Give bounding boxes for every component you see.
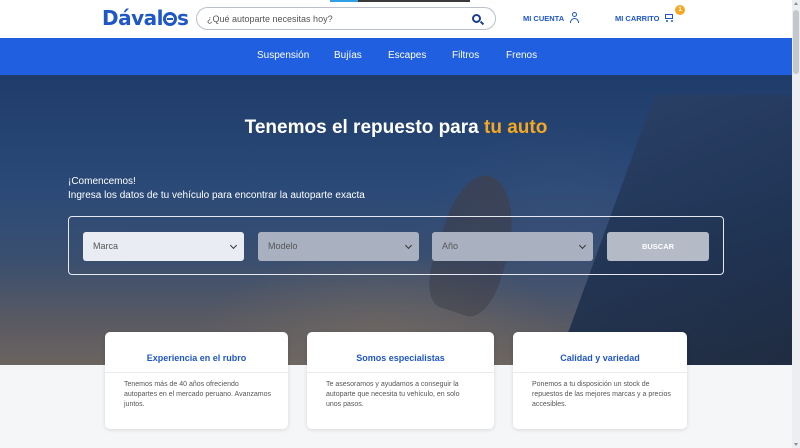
divider [513, 372, 687, 373]
model-select[interactable]: Modelo [258, 232, 419, 261]
cart-link[interactable]: MI CARRITO [615, 14, 659, 23]
cart-icon[interactable] [663, 13, 674, 23]
feature-card-title: Somos especialistas [356, 353, 445, 363]
search-bar [196, 7, 496, 30]
scrollbar-thumb[interactable] [793, 10, 799, 74]
page-scrollbar[interactable] [792, 0, 800, 448]
nav-item-escapes[interactable]: Escapes [388, 50, 426, 61]
search-icon[interactable] [472, 14, 481, 23]
category-nav: Suspensión Bujías Escapes Filtros Frenos [0, 38, 792, 75]
hero-intro-greeting: ¡Comencemos! [68, 176, 136, 187]
brand-select-label: Marca [93, 241, 119, 251]
account-link[interactable]: MI CUENTA [523, 14, 564, 23]
feature-card-text: Ponemos a tu disposición un stock de rep… [532, 381, 671, 408]
hero-title-highlight: tu auto [484, 117, 548, 138]
year-select-label: Año [442, 241, 459, 251]
feature-card-text: Tenemos más de 40 años ofreciendo autopa… [124, 381, 271, 408]
divider [307, 372, 494, 373]
hero-title: Tenemos el repuesto para tu auto [0, 117, 792, 139]
hero-intro: ¡Comencemos! Ingresa los datos de tu veh… [68, 175, 365, 203]
feature-card-title: Calidad y variedad [560, 353, 640, 363]
cart-count-badge: 1 [675, 5, 685, 15]
hero-banner: Tenemos el repuesto para tu auto ¡Comenc… [0, 75, 792, 365]
feature-card-title: Experiencia en el rubro [146, 353, 247, 363]
scroll-up-icon[interactable] [794, 2, 798, 5]
hero-title-main: Tenemos el repuesto para [244, 117, 484, 138]
feature-card-experience: Experiencia en el rubro Tenemos más de 4… [105, 332, 288, 429]
brand-select[interactable]: Marca [83, 232, 244, 261]
nav-item-bujias[interactable]: Bujías [334, 50, 362, 61]
nav-item-filtros[interactable]: Filtros [452, 50, 479, 61]
nav-item-suspension[interactable]: Suspensión [257, 50, 309, 61]
logo-text-end: s [177, 6, 189, 30]
model-select-label: Modelo [268, 241, 298, 251]
user-icon[interactable] [570, 12, 579, 23]
chevron-down-icon [578, 241, 587, 250]
top-accent-bar [330, 0, 470, 2]
chevron-down-icon [404, 241, 413, 250]
nav-item-frenos[interactable]: Frenos [506, 50, 537, 61]
logo-text: Dával [102, 6, 164, 30]
search-input[interactable] [207, 11, 462, 26]
logo[interactable]: Dával s [102, 6, 189, 30]
top-accent-highlight [330, 0, 358, 2]
search-button[interactable]: BUSCAR [607, 232, 709, 261]
vehicle-finder: Marca Modelo Año BUSCAR [68, 216, 724, 275]
logo-o-icon [163, 12, 177, 26]
feature-card-quality: Calidad y variedad Ponemos a tu disposic… [513, 332, 687, 429]
chevron-down-icon [229, 241, 238, 250]
divider [105, 372, 288, 373]
feature-card-text: Te asesoramos y ayudamos a conseguir la … [326, 381, 460, 408]
year-select[interactable]: Año [432, 232, 593, 261]
site-header: Dávals MI CUENTA MI CARRITO 1 [0, 0, 792, 38]
scroll-down-icon[interactable] [794, 443, 798, 446]
hero-intro-instruction: Ingresa los datos de tu vehículo para en… [68, 190, 365, 201]
feature-card-specialists: Somos especialistas Te asesoramos y ayud… [307, 332, 494, 429]
